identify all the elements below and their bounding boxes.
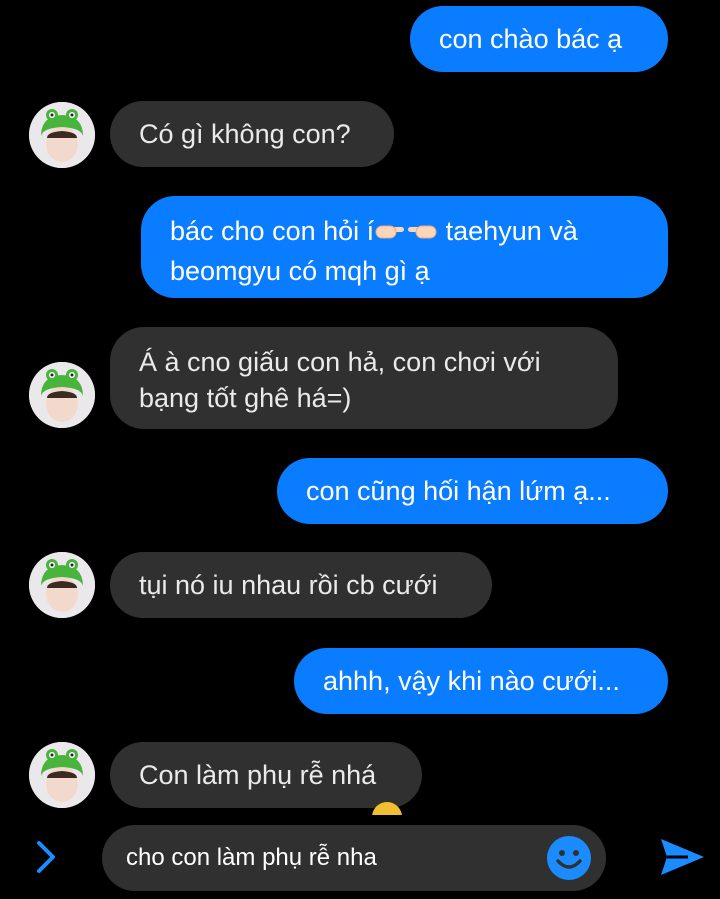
message-bubble-incoming[interactable]: tụi nó iu nhau rồi cb cưới: [110, 552, 492, 618]
message-text: bác cho con hỏi í: [170, 216, 375, 246]
avatar[interactable]: [29, 362, 95, 428]
message-bubble-incoming[interactable]: Á à cno giấu con hả, con chơi với bạng t…: [110, 327, 618, 429]
send-icon[interactable]: [658, 835, 706, 879]
emoji-icon[interactable]: [546, 835, 592, 881]
message-line: bạng tốt ghê há=): [139, 383, 352, 413]
avatar[interactable]: [29, 102, 95, 168]
avatar[interactable]: [29, 742, 95, 808]
composer-bar: cho con làm phụ rễ nha: [0, 815, 720, 899]
message-input[interactable]: cho con làm phụ rễ nha: [102, 825, 606, 891]
message-text: con chào bác ạ: [439, 24, 623, 54]
message-line: bác cho con hỏi í taehyun và: [170, 213, 639, 253]
message-text: taehyun và: [438, 216, 578, 246]
message-thread: con chào bác ạ Có gì không con? bác cho …: [0, 0, 720, 815]
message-bubble-outgoing[interactable]: con cũng hối hận lứm ạ...: [277, 458, 668, 524]
message-line: beomgyu có mqh gì ạ: [170, 256, 430, 286]
avatar-image: [29, 102, 95, 168]
message-line: Á à cno giấu con hả, con chơi với: [139, 347, 541, 377]
message-text: ahhh, vậy khi nào cưới...: [323, 666, 620, 696]
message-text: Có gì không con?: [139, 119, 351, 149]
chevron-right-icon[interactable]: [30, 837, 62, 877]
message-bubble-outgoing[interactable]: con chào bác ạ: [410, 6, 668, 72]
message-input-value: cho con làm phụ rễ nha: [126, 844, 377, 871]
message-text: con cũng hối hận lứm ạ...: [306, 476, 611, 506]
message-text: tụi nó iu nhau rồi cb cưới: [139, 570, 438, 600]
pointing-left-icon: [374, 217, 406, 253]
message-bubble-outgoing[interactable]: bác cho con hỏi í taehyun và beomgyu có …: [141, 196, 668, 298]
avatar-image: [29, 742, 95, 808]
avatar-image: [29, 362, 95, 428]
message-bubble-outgoing[interactable]: ahhh, vậy khi nào cưới...: [294, 648, 668, 714]
pointing-right-icon: [406, 217, 438, 253]
message-bubble-incoming[interactable]: Con làm phụ rễ nhá: [110, 742, 422, 808]
message-text: Con làm phụ rễ nhá: [139, 760, 377, 790]
avatar-image: [29, 552, 95, 618]
avatar[interactable]: [29, 552, 95, 618]
message-bubble-incoming[interactable]: Có gì không con?: [110, 101, 394, 167]
